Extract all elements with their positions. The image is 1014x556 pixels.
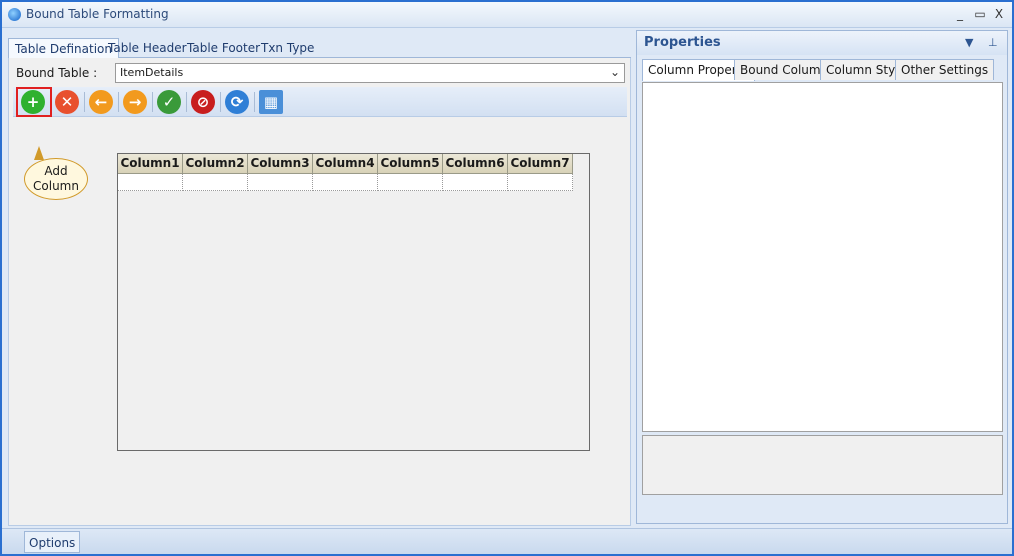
column-header-4[interactable]: Column4 [313,154,378,174]
move-left-icon[interactable]: ← [89,90,113,114]
column-header-2[interactable]: Column2 [183,154,248,174]
property-description [642,435,1003,495]
column-header-1[interactable]: Column1 [118,154,183,174]
grid-cell[interactable] [118,174,183,191]
table-row [118,174,573,191]
delete-icon[interactable]: ✕ [55,90,79,114]
tab-other-settings[interactable]: Other Settings [895,59,995,80]
properties-header: Properties ▼ ⊥ [637,31,1007,55]
add-icon[interactable]: + [21,90,45,114]
column-header-3[interactable]: Column3 [248,154,313,174]
grid-cell[interactable] [508,174,573,191]
bound-table-grid: Column1 Column2 Column3 Column4 Column5 … [117,153,590,451]
close-button[interactable]: X [991,6,1007,22]
column-header-6[interactable]: Column6 [443,154,508,174]
grid-cell[interactable] [443,174,508,191]
app-icon [8,8,21,21]
refresh-icon[interactable]: ⟳ [225,90,249,114]
tab-table-header[interactable]: Table Header [102,38,193,59]
chevron-down-icon: ⌄ [609,65,620,79]
dropdown-arrow-icon[interactable]: ▼ [965,36,973,49]
bound-table-select[interactable]: ItemDetails ⌄ [115,63,625,83]
window: Bound Table Formatting _ ▭ X Table Defin… [0,0,1014,556]
options-button[interactable]: Options [24,531,81,553]
tab-txn-type[interactable]: Txn Type [255,38,320,59]
grid-header: Column1 Column2 Column3 Column4 Column5 … [118,154,573,174]
grid-cell[interactable] [313,174,378,191]
title-bar: Bound Table Formatting _ ▭ X [2,2,1012,28]
property-grid[interactable] [642,82,1003,432]
grid-cell[interactable] [378,174,443,191]
bound-table-value: ItemDetails [120,66,184,79]
stop-icon[interactable]: ⊘ [191,90,215,114]
toolbar-separator [254,92,255,112]
properties-panel: Properties ▼ ⊥ Column Property Bound Col… [636,30,1008,524]
callout-tail [34,146,44,160]
callout-line-2: Column [33,179,79,193]
toolbar-separator [118,92,119,112]
toolbar-separator [186,92,187,112]
properties-title: Properties [644,35,721,50]
toolbar-separator [84,92,85,112]
column-header-5[interactable]: Column5 [378,154,443,174]
pin-icon[interactable]: ⊥ [988,36,998,49]
toolbar: + ✕ ← → ✓ ⊘ ⟳ ▦ [13,87,627,117]
column-header-7[interactable]: Column7 [508,154,573,174]
add-column-callout: Add Column [24,158,88,200]
minimize-button[interactable]: _ [952,6,968,22]
maximize-button[interactable]: ▭ [972,6,988,22]
shield-check-icon[interactable]: ✓ [157,90,181,114]
window-title: Bound Table Formatting [26,7,169,21]
callout-line-1: Add [44,164,68,178]
move-right-icon[interactable]: → [123,90,147,114]
table-definition-pane: Table Defination Table Header Table Foot… [8,32,631,526]
toolbar-separator [220,92,221,112]
bound-table-label: Bound Table : [16,66,98,80]
tab-body: Bound Table : ItemDetails ⌄ + ✕ ← → ✓ ⊘ … [8,58,631,526]
status-bar: Options [2,528,1012,554]
grid-cell[interactable] [183,174,248,191]
grid-cell[interactable] [248,174,313,191]
grid-layout-icon[interactable]: ▦ [259,90,283,114]
tab-strip: Table Defination Table Header Table Foot… [8,36,631,59]
toolbar-separator [152,92,153,112]
tab-table-footer[interactable]: Table Footer [181,38,266,59]
